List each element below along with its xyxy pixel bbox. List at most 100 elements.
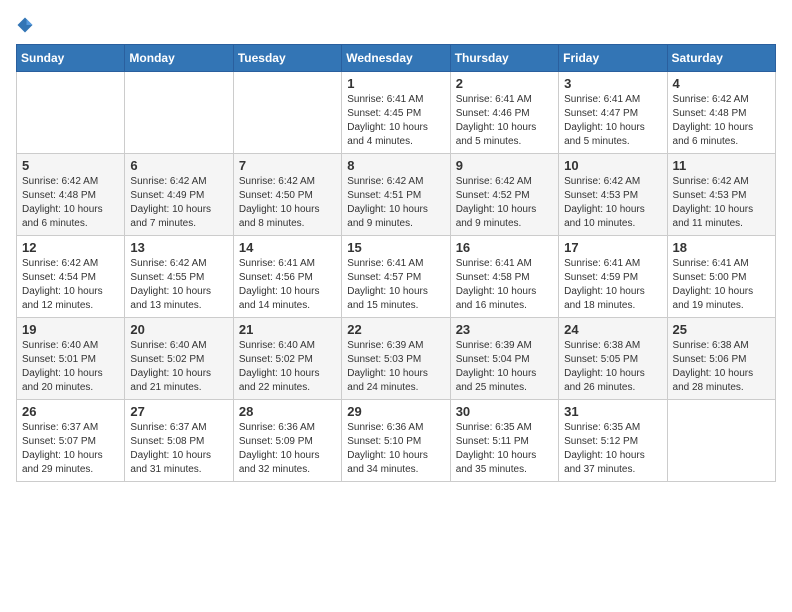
cell-line: Daylight: 10 hours (347, 449, 444, 463)
week-row-1: 1Sunrise: 6:41 AMSunset: 4:45 PMDaylight… (17, 72, 776, 154)
cell-line: Sunset: 4:58 PM (456, 271, 553, 285)
cell-line: and 4 minutes. (347, 135, 444, 149)
calendar-cell: 7Sunrise: 6:42 AMSunset: 4:50 PMDaylight… (233, 154, 341, 236)
cell-line: Sunset: 4:52 PM (456, 189, 553, 203)
cell-line: Daylight: 10 hours (564, 121, 661, 135)
calendar-cell: 22Sunrise: 6:39 AMSunset: 5:03 PMDayligh… (342, 318, 450, 400)
cell-line: and 26 minutes. (564, 381, 661, 395)
cell-line: Daylight: 10 hours (564, 285, 661, 299)
cell-line: Sunset: 5:02 PM (239, 353, 336, 367)
day-number: 21 (239, 322, 336, 337)
day-number: 13 (130, 240, 227, 255)
cell-line: and 19 minutes. (673, 299, 770, 313)
cell-line: and 22 minutes. (239, 381, 336, 395)
day-number: 26 (22, 404, 119, 419)
cell-line: and 5 minutes. (456, 135, 553, 149)
cell-line: Sunset: 5:06 PM (673, 353, 770, 367)
cell-line: and 7 minutes. (130, 217, 227, 231)
day-number: 18 (673, 240, 770, 255)
cell-line: Daylight: 10 hours (673, 203, 770, 217)
cell-line: Daylight: 10 hours (22, 203, 119, 217)
cell-line: Sunset: 4:54 PM (22, 271, 119, 285)
calendar-cell: 19Sunrise: 6:40 AMSunset: 5:01 PMDayligh… (17, 318, 125, 400)
calendar-cell: 13Sunrise: 6:42 AMSunset: 4:55 PMDayligh… (125, 236, 233, 318)
header (16, 16, 776, 34)
cell-line: Sunset: 4:50 PM (239, 189, 336, 203)
calendar-cell: 31Sunrise: 6:35 AMSunset: 5:12 PMDayligh… (559, 400, 667, 482)
week-row-4: 19Sunrise: 6:40 AMSunset: 5:01 PMDayligh… (17, 318, 776, 400)
cell-line: and 24 minutes. (347, 381, 444, 395)
day-number: 12 (22, 240, 119, 255)
cell-line: Sunset: 4:48 PM (22, 189, 119, 203)
day-number: 23 (456, 322, 553, 337)
cell-line: and 13 minutes. (130, 299, 227, 313)
day-number: 10 (564, 158, 661, 173)
cell-line: Sunset: 5:07 PM (22, 435, 119, 449)
calendar-cell: 27Sunrise: 6:37 AMSunset: 5:08 PMDayligh… (125, 400, 233, 482)
calendar-table: SundayMondayTuesdayWednesdayThursdayFrid… (16, 44, 776, 482)
week-row-5: 26Sunrise: 6:37 AMSunset: 5:07 PMDayligh… (17, 400, 776, 482)
day-number: 9 (456, 158, 553, 173)
calendar-cell: 2Sunrise: 6:41 AMSunset: 4:46 PMDaylight… (450, 72, 558, 154)
cell-line: and 28 minutes. (673, 381, 770, 395)
cell-line: Daylight: 10 hours (673, 121, 770, 135)
cell-line: Daylight: 10 hours (347, 285, 444, 299)
day-number: 31 (564, 404, 661, 419)
cell-line: Sunrise: 6:37 AM (130, 421, 227, 435)
logo (16, 16, 36, 34)
cell-line: Daylight: 10 hours (456, 121, 553, 135)
cell-line: Sunset: 5:00 PM (673, 271, 770, 285)
cell-line: Daylight: 10 hours (22, 367, 119, 381)
cell-line: Daylight: 10 hours (22, 449, 119, 463)
cell-line: Sunrise: 6:41 AM (456, 257, 553, 271)
cell-line: Sunset: 4:53 PM (564, 189, 661, 203)
calendar-cell: 6Sunrise: 6:42 AMSunset: 4:49 PMDaylight… (125, 154, 233, 236)
cell-line: Sunset: 5:10 PM (347, 435, 444, 449)
cell-line: Sunrise: 6:41 AM (456, 93, 553, 107)
cell-line: Sunrise: 6:39 AM (456, 339, 553, 353)
cell-line: Sunrise: 6:41 AM (564, 257, 661, 271)
cell-line: and 32 minutes. (239, 463, 336, 477)
cell-line: and 35 minutes. (456, 463, 553, 477)
header-day-thursday: Thursday (450, 45, 558, 72)
day-number: 19 (22, 322, 119, 337)
calendar-header-row: SundayMondayTuesdayWednesdayThursdayFrid… (17, 45, 776, 72)
calendar-cell: 30Sunrise: 6:35 AMSunset: 5:11 PMDayligh… (450, 400, 558, 482)
day-number: 4 (673, 76, 770, 91)
day-number: 5 (22, 158, 119, 173)
cell-line: Daylight: 10 hours (564, 449, 661, 463)
cell-line: and 6 minutes. (673, 135, 770, 149)
cell-line: and 37 minutes. (564, 463, 661, 477)
day-number: 11 (673, 158, 770, 173)
cell-line: and 25 minutes. (456, 381, 553, 395)
cell-line: Sunset: 4:48 PM (673, 107, 770, 121)
calendar-cell: 23Sunrise: 6:39 AMSunset: 5:04 PMDayligh… (450, 318, 558, 400)
calendar-cell: 28Sunrise: 6:36 AMSunset: 5:09 PMDayligh… (233, 400, 341, 482)
cell-line: Daylight: 10 hours (130, 367, 227, 381)
calendar-cell: 29Sunrise: 6:36 AMSunset: 5:10 PMDayligh… (342, 400, 450, 482)
day-number: 29 (347, 404, 444, 419)
cell-line: Sunrise: 6:42 AM (673, 175, 770, 189)
cell-line: and 8 minutes. (239, 217, 336, 231)
cell-line: Sunset: 5:02 PM (130, 353, 227, 367)
header-day-friday: Friday (559, 45, 667, 72)
calendar-cell: 18Sunrise: 6:41 AMSunset: 5:00 PMDayligh… (667, 236, 775, 318)
cell-line: Sunrise: 6:41 AM (564, 93, 661, 107)
day-number: 3 (564, 76, 661, 91)
cell-line: and 5 minutes. (564, 135, 661, 149)
cell-line: Sunrise: 6:42 AM (130, 175, 227, 189)
day-number: 28 (239, 404, 336, 419)
cell-line: Sunrise: 6:38 AM (564, 339, 661, 353)
calendar-cell: 4Sunrise: 6:42 AMSunset: 4:48 PMDaylight… (667, 72, 775, 154)
cell-line: and 15 minutes. (347, 299, 444, 313)
cell-line: Sunrise: 6:38 AM (673, 339, 770, 353)
day-number: 8 (347, 158, 444, 173)
cell-line: and 29 minutes. (22, 463, 119, 477)
day-number: 30 (456, 404, 553, 419)
day-number: 25 (673, 322, 770, 337)
cell-line: Sunset: 4:55 PM (130, 271, 227, 285)
calendar-cell (17, 72, 125, 154)
cell-line: Daylight: 10 hours (22, 285, 119, 299)
day-number: 22 (347, 322, 444, 337)
day-number: 7 (239, 158, 336, 173)
